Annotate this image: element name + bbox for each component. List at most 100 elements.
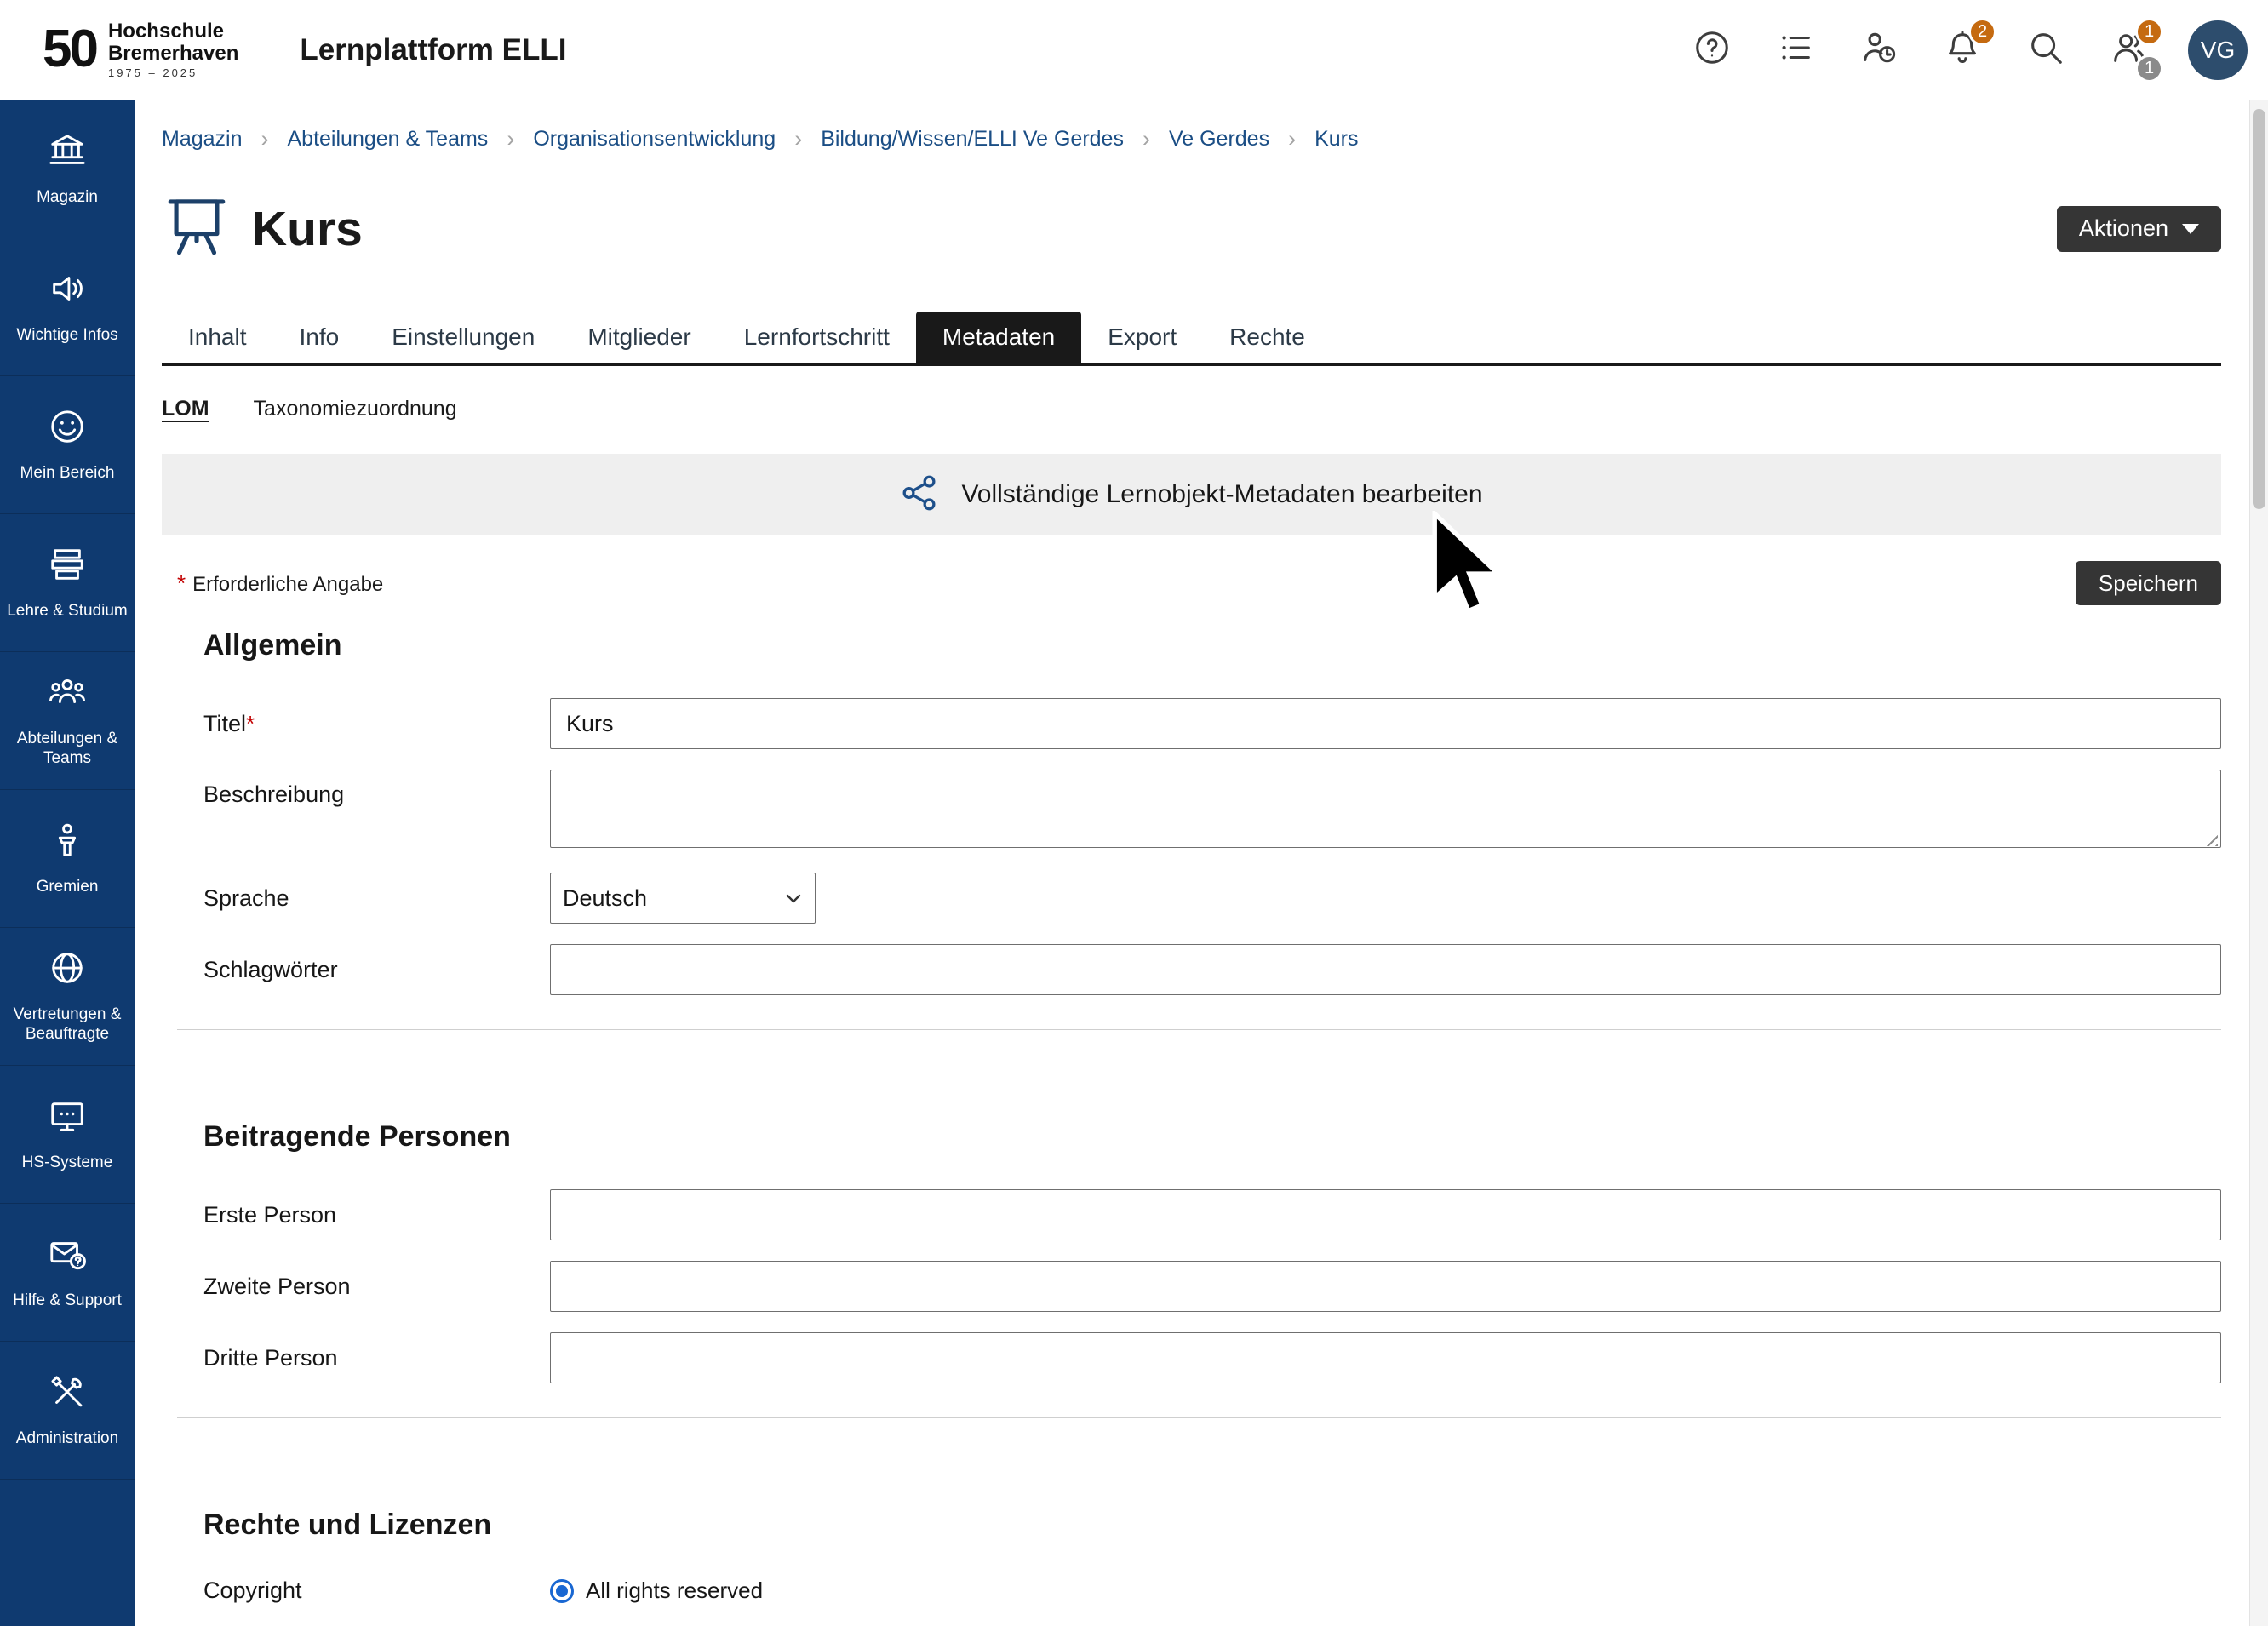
- titel-label-text: Titel: [203, 711, 246, 736]
- search-icon: [2026, 28, 2065, 72]
- sidebar-item-hs-systeme[interactable]: HS-Systeme: [0, 1066, 135, 1204]
- help-icon: [1692, 28, 1732, 72]
- titel-input[interactable]: [550, 698, 2221, 749]
- page-title-row: Kurs Aktionen: [162, 192, 2221, 266]
- sidebar-item-label: Abteilungen & Teams: [4, 729, 130, 770]
- sidebar-item-mein-bereich[interactable]: Mein Bereich: [0, 376, 135, 514]
- dritte-person-label: Dritte Person: [203, 1345, 550, 1371]
- breadcrumb-item-abteilungen[interactable]: Abteilungen & Teams: [288, 127, 489, 152]
- subtab-taxonomiezuordnung[interactable]: Taxonomiezuordnung: [254, 397, 457, 421]
- contacts-badge-bottom: 1: [2135, 54, 2163, 83]
- share-nodes-icon: [900, 473, 939, 517]
- erste-person-input[interactable]: [550, 1189, 2221, 1240]
- contacts-badge-top: 1: [2135, 18, 2163, 46]
- tab-inhalt[interactable]: Inhalt: [162, 312, 273, 363]
- form-row-beschreibung: Beschreibung: [203, 770, 2221, 852]
- save-button[interactable]: Speichern: [2076, 561, 2221, 605]
- breadcrumb-separator: ›: [1143, 126, 1150, 152]
- subtab-lom[interactable]: LOM: [162, 397, 209, 421]
- main-content: Magazin › Abteilungen & Teams › Organisa…: [135, 100, 2249, 1626]
- tab-metadaten[interactable]: Metadaten: [916, 312, 1081, 363]
- sidebar-item-vertretungen[interactable]: Vertretungen & Beauftragte: [0, 928, 135, 1066]
- person-clock-icon: [1859, 28, 1899, 72]
- zweite-person-input[interactable]: [550, 1261, 2221, 1312]
- sidebar-item-label: Vertretungen & Beauftragte: [4, 1005, 130, 1045]
- form-row-schlagwoerter: Schlagwörter: [203, 944, 2221, 995]
- sidebar-item-wichtige-infos[interactable]: Wichtige Infos: [0, 238, 135, 376]
- search-button[interactable]: [2021, 26, 2070, 75]
- beschreibung-label: Beschreibung: [203, 770, 550, 808]
- breadcrumb-separator: ›: [794, 126, 802, 152]
- university-logo[interactable]: 50 Hochschule Bremerhaven 1975 – 2025: [0, 20, 238, 78]
- main-sidebar: Magazin Wichtige Infos Mein Bereich Lehr…: [0, 100, 135, 1626]
- tab-export[interactable]: Export: [1081, 312, 1203, 363]
- copyright-radio-row: All rights reserved: [550, 1577, 2221, 1604]
- breadcrumb-item-bildung-wissen[interactable]: Bildung/Wissen/ELLI Ve Gerdes: [821, 127, 1124, 152]
- tab-info[interactable]: Info: [273, 312, 366, 363]
- sidebar-item-label: Lehre & Studium: [7, 601, 128, 621]
- course-board-icon: [162, 192, 232, 266]
- required-note-text: Erforderliche Angabe: [192, 573, 383, 596]
- logo-50-mark: 50: [43, 23, 96, 76]
- tab-bar: Inhalt Info Einstellungen Mitglieder Ler…: [162, 312, 2221, 366]
- sprache-select[interactable]: Deutsch: [550, 873, 816, 924]
- breadcrumb-item-ve-gerdes[interactable]: Ve Gerdes: [1169, 127, 1269, 152]
- sidebar-item-hilfe-support[interactable]: Hilfe & Support: [0, 1204, 135, 1342]
- scrollbar-thumb[interactable]: [2253, 109, 2265, 509]
- breadcrumb-separator: ›: [1288, 126, 1296, 152]
- actions-dropdown-button[interactable]: Aktionen: [2057, 206, 2221, 252]
- vertical-scrollbar: [2249, 100, 2268, 1626]
- sidebar-item-abteilungen-teams[interactable]: Abteilungen & Teams: [0, 652, 135, 790]
- form-row-copyright: Copyright All rights reserved: [203, 1577, 2221, 1604]
- sprache-select-wrap: Deutsch: [550, 873, 816, 924]
- tools-icon: [48, 1372, 87, 1417]
- schlagwoerter-input[interactable]: [550, 944, 2221, 995]
- sidebar-item-label: Magazin: [37, 187, 98, 208]
- sidebar-item-lehre-studium[interactable]: Lehre & Studium: [0, 514, 135, 652]
- beschreibung-textarea[interactable]: [550, 770, 2221, 848]
- zweite-person-label: Zweite Person: [203, 1274, 550, 1300]
- sidebar-item-label: Wichtige Infos: [16, 325, 117, 346]
- bullet-list-icon: [1776, 28, 1815, 72]
- section-divider: [177, 1417, 2221, 1418]
- schlagwoerter-label: Schlagwörter: [203, 957, 550, 983]
- sidebar-item-magazin[interactable]: Magazin: [0, 100, 135, 238]
- lists-button[interactable]: [1771, 26, 1820, 75]
- logo-name-line1: Hochschule: [108, 20, 238, 42]
- building-columns-icon: [48, 131, 87, 176]
- tab-mitglieder[interactable]: Mitglieder: [561, 312, 717, 363]
- user-requests-button[interactable]: [1854, 26, 1904, 75]
- tab-rechte[interactable]: Rechte: [1203, 312, 1332, 363]
- notifications-button[interactable]: 2: [1938, 26, 1987, 75]
- titel-required-asterisk: *: [246, 711, 255, 736]
- top-header-bar: 50 Hochschule Bremerhaven 1975 – 2025 Le…: [0, 0, 2268, 100]
- form-row-zweite-person: Zweite Person: [203, 1261, 2221, 1312]
- tab-einstellungen[interactable]: Einstellungen: [365, 312, 561, 363]
- people-group-icon: [48, 673, 87, 718]
- breadcrumb-item-organisationsentwicklung[interactable]: Organisationsentwicklung: [533, 127, 776, 152]
- radio-selected-icon[interactable]: [550, 1579, 574, 1603]
- page-title: Kurs: [252, 201, 363, 257]
- user-avatar[interactable]: VG: [2188, 20, 2248, 80]
- actions-label: Aktionen: [2079, 215, 2168, 242]
- section-heading-allgemein: Allgemein: [203, 629, 2221, 662]
- contacts-button[interactable]: 1 1: [2105, 26, 2154, 75]
- subtab-bar: LOM Taxonomiezuordnung: [162, 397, 2221, 421]
- section-divider: [177, 1029, 2221, 1030]
- help-button[interactable]: [1687, 26, 1737, 75]
- books-icon: [48, 545, 87, 590]
- sidebar-item-gremien[interactable]: Gremien: [0, 790, 135, 928]
- breadcrumb-item-magazin[interactable]: Magazin: [162, 127, 243, 152]
- sidebar-item-label: Administration: [16, 1428, 118, 1449]
- chevron-down-icon: [2182, 224, 2199, 234]
- form-row-sprache: Sprache Deutsch: [203, 873, 2221, 924]
- section-heading-beitragende: Beitragende Personen: [203, 1120, 2221, 1154]
- sidebar-item-administration[interactable]: Administration: [0, 1342, 135, 1480]
- logo-name-line2: Bremerhaven: [108, 43, 238, 64]
- edit-full-metadata-banner[interactable]: Vollständige Lernobjekt-Metadaten bearbe…: [162, 454, 2221, 535]
- dritte-person-input[interactable]: [550, 1332, 2221, 1383]
- breadcrumb-item-kurs[interactable]: Kurs: [1314, 127, 1358, 152]
- notifications-count-badge: 2: [1968, 18, 1996, 46]
- breadcrumb-separator: ›: [261, 126, 269, 152]
- tab-lernfortschritt[interactable]: Lernfortschritt: [718, 312, 916, 363]
